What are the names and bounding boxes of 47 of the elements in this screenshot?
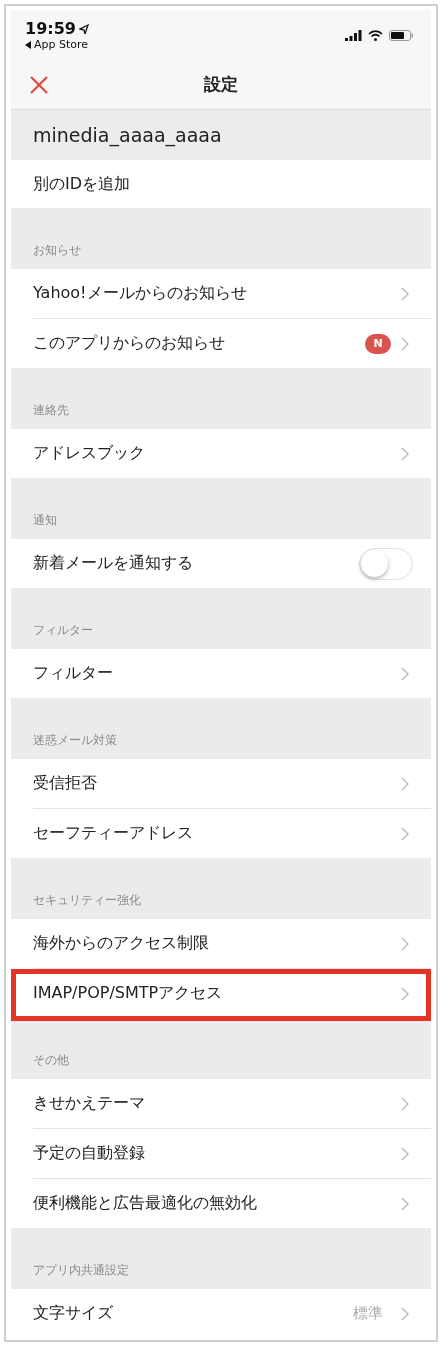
location-arrow-icon <box>78 23 89 34</box>
chevron-icon <box>401 446 409 461</box>
chevron-icon <box>401 286 409 301</box>
row-label: 新着メールを通知する <box>33 553 194 574</box>
row-label: 海外からのアクセス制限 <box>33 933 210 954</box>
signal-icon <box>345 29 362 41</box>
chevron-icon <box>401 1096 409 1111</box>
chevron-icon <box>401 1306 409 1321</box>
row-label: 文字サイズ <box>33 1303 114 1324</box>
section-header: その他 <box>11 1018 431 1079</box>
new-badge: N <box>365 333 391 354</box>
account-name: minedia_aaaa_aaaa <box>11 110 431 160</box>
section-header: 迷惑メール対策 <box>11 698 431 759</box>
notification-toggle[interactable] <box>359 547 413 580</box>
section-header: セキュリティー強化 <box>11 858 431 919</box>
row-label: 便利機能と広告最適化の無効化 <box>33 1193 258 1214</box>
chevron-icon <box>401 1196 409 1211</box>
chevron-icon <box>401 936 409 951</box>
chevron-icon <box>401 986 409 1001</box>
row-label: このアプリからのお知らせ <box>33 333 226 354</box>
screen-title: 設定 <box>203 73 239 96</box>
row-label: アドレスブック <box>33 443 146 464</box>
chevron-icon <box>401 826 409 841</box>
row-label: きせかえテーマ <box>33 1093 146 1114</box>
chevron-icon <box>401 776 409 791</box>
back-to-app-link[interactable]: App Store <box>25 38 89 51</box>
battery-icon <box>389 29 413 41</box>
chevron-icon <box>401 1146 409 1161</box>
row-label: 予定の自動登録 <box>33 1143 146 1164</box>
row-value: 標準 <box>353 1304 383 1323</box>
row-label: フィルター <box>33 663 114 684</box>
status-time: 19:59 <box>25 19 89 38</box>
row-label: 受信拒否 <box>33 773 98 794</box>
section-header: アプリ内共通設定 <box>11 1228 431 1289</box>
row-label: セーフティーアドレス <box>33 823 194 844</box>
chevron-icon <box>401 336 409 351</box>
back-triangle-icon <box>25 40 31 49</box>
row-label: Yahoo!メールからのお知らせ <box>33 283 248 304</box>
wifi-icon <box>368 29 383 41</box>
close-icon[interactable] <box>29 74 49 95</box>
section-header: 連絡先 <box>11 368 431 429</box>
section-header: 通知 <box>11 478 431 539</box>
chevron-icon <box>401 666 409 681</box>
section-header: フィルター <box>11 588 431 649</box>
settings-row[interactable]: IMAP/POP/SMTPアクセス <box>11 969 431 1018</box>
row-label: IMAP/POP/SMTPアクセス <box>33 983 224 1004</box>
section-header: お知らせ <box>11 208 431 269</box>
